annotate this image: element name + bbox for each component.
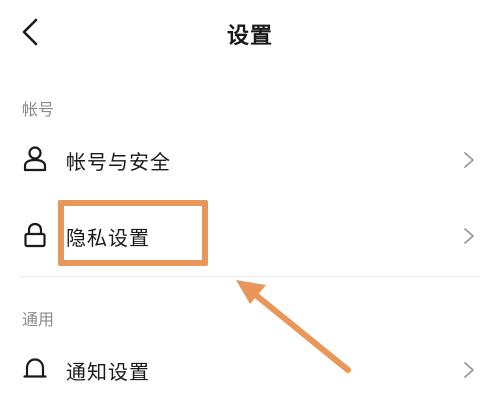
lock-icon bbox=[24, 222, 46, 248]
page-title: 设置 bbox=[226, 24, 273, 49]
settings-item-label: 通知设置 bbox=[66, 360, 150, 384]
user-icon bbox=[23, 146, 47, 172]
settings-item-notifications[interactable]: 通知设置 bbox=[0, 338, 500, 402]
app-header: 设置 bbox=[0, 0, 500, 70]
bell-icon bbox=[23, 358, 47, 378]
chevron-right-icon bbox=[464, 362, 474, 378]
settings-item-account-security[interactable]: 帐号与安全 bbox=[0, 128, 500, 192]
section-label-general: 通用 bbox=[22, 310, 55, 329]
settings-item-label: 帐号与安全 bbox=[66, 150, 171, 174]
settings-item-privacy[interactable]: 隐私设置 bbox=[0, 204, 500, 268]
chevron-right-icon bbox=[464, 228, 474, 244]
section-label-account: 帐号 bbox=[22, 100, 55, 119]
chevron-right-icon bbox=[464, 152, 474, 168]
section-divider bbox=[20, 276, 480, 277]
settings-item-label: 隐私设置 bbox=[66, 226, 150, 250]
